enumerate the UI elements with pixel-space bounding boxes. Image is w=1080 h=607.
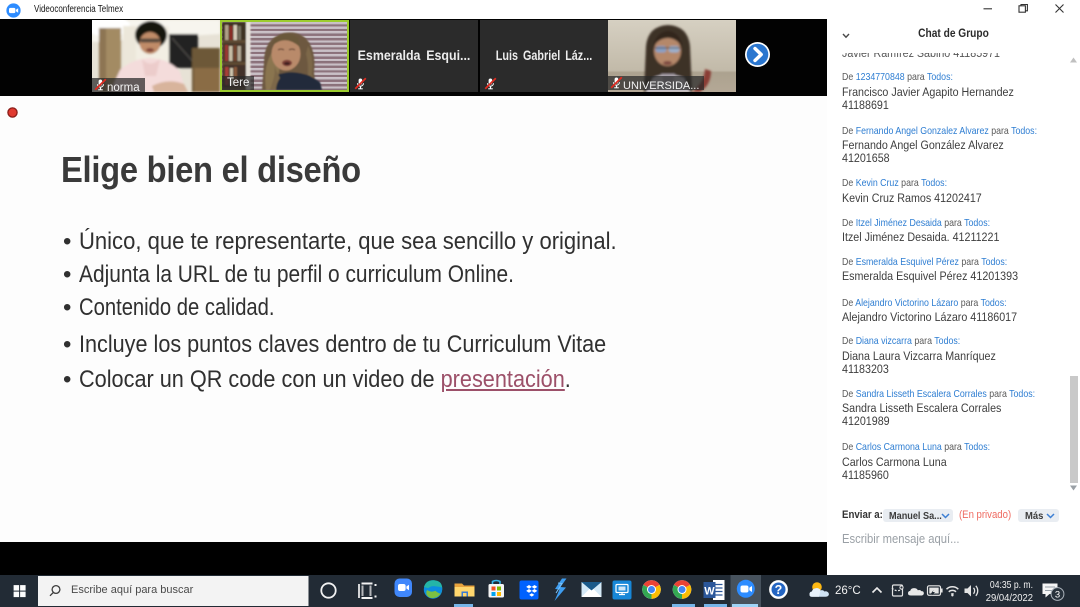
svg-text:?: ?: [775, 583, 783, 597]
svg-text:W: W: [704, 586, 715, 598]
svg-text:3: 3: [1055, 590, 1060, 601]
